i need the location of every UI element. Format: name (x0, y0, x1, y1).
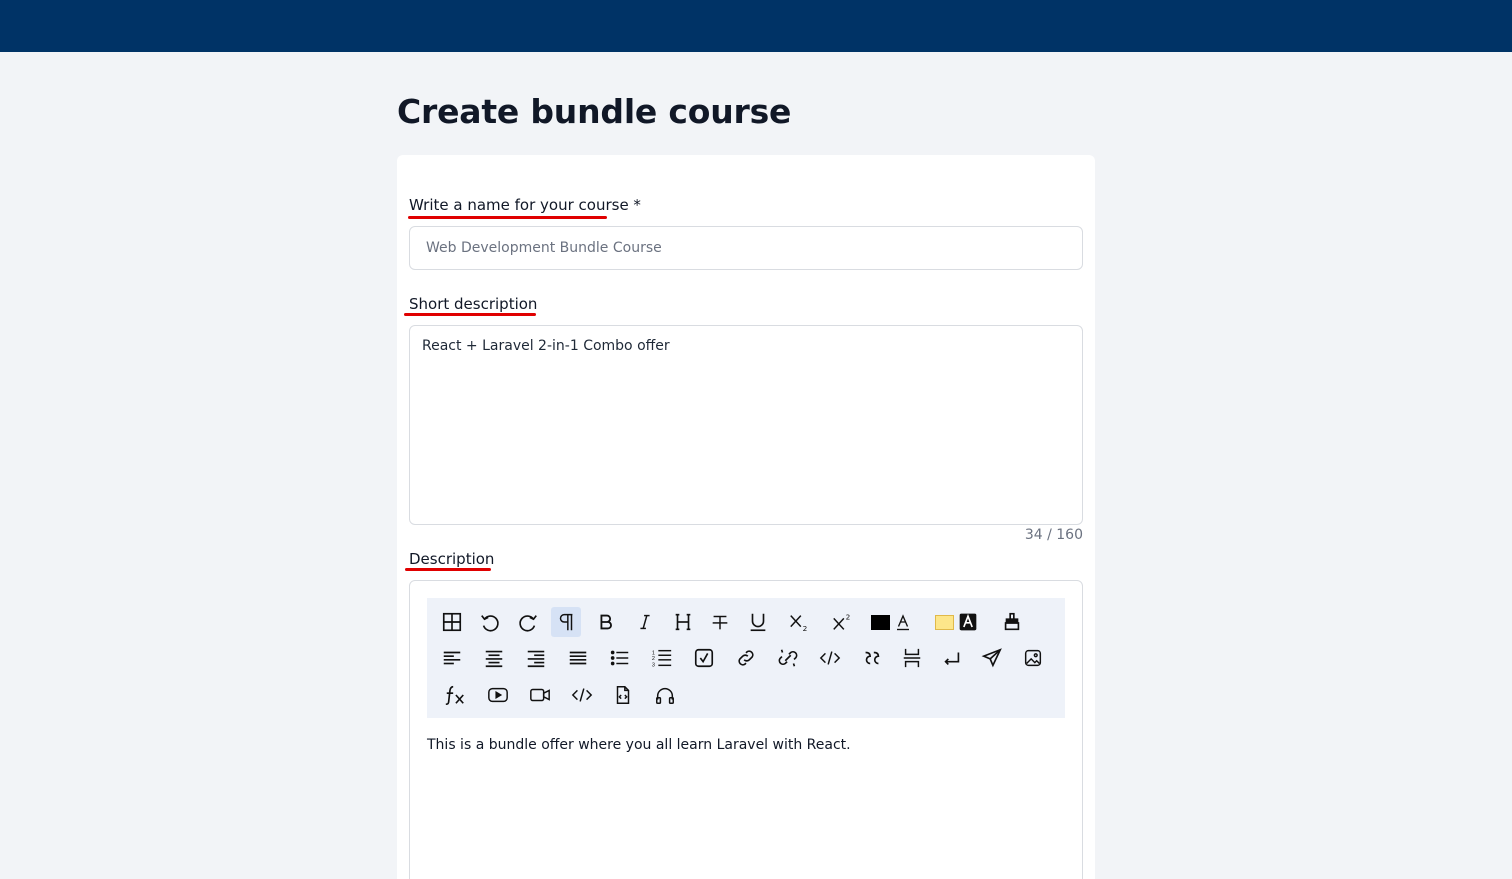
youtube-icon[interactable] (483, 680, 513, 710)
underline-icon[interactable] (743, 607, 773, 637)
table-icon[interactable] (437, 607, 467, 637)
link-icon[interactable] (731, 643, 761, 673)
unlink-icon[interactable] (773, 643, 803, 673)
align-center-icon[interactable] (479, 643, 509, 673)
superscript-icon[interactable]: 2 (827, 607, 857, 637)
audio-icon[interactable] (650, 680, 680, 710)
short-description-label-underline (404, 313, 536, 316)
form-card: Write a name for your course * Short des… (397, 155, 1095, 879)
font-color-swatch (871, 614, 890, 630)
page-title: Create bundle course (397, 92, 792, 131)
code-icon[interactable] (815, 643, 845, 673)
strikethrough-icon[interactable] (705, 607, 735, 637)
align-right-icon[interactable] (521, 643, 551, 673)
svg-text:2: 2 (652, 656, 655, 662)
align-justify-icon[interactable] (563, 643, 593, 673)
course-name-label-underline (408, 216, 607, 219)
highlight-color-icon[interactable] (935, 607, 985, 637)
clear-format-icon[interactable] (997, 607, 1027, 637)
course-name-label: Write a name for your course * (409, 196, 641, 214)
subscript-icon[interactable]: 2 (784, 607, 814, 637)
hard-break-icon[interactable] (937, 643, 967, 673)
blockquote-icon[interactable] (857, 643, 887, 673)
heading-icon[interactable] (668, 607, 698, 637)
top-navbar (0, 0, 1512, 52)
rich-text-editor: 2 2 1 2 3 This is a bundle offer where y… (409, 580, 1083, 879)
svg-text:2: 2 (803, 624, 808, 633)
paragraph-icon[interactable] (551, 607, 581, 637)
highlight-color-swatch (935, 614, 954, 630)
bullet-list-icon[interactable] (605, 643, 635, 673)
file-code-icon[interactable] (608, 680, 638, 710)
short-description-textarea[interactable]: React + Laravel 2-in-1 Combo offer (409, 325, 1083, 525)
image-icon[interactable] (1018, 643, 1048, 673)
short-description-label: Short description (409, 295, 538, 313)
send-icon[interactable] (977, 643, 1007, 673)
redo-icon[interactable] (513, 607, 543, 637)
formula-icon[interactable] (440, 680, 470, 710)
svg-text:3: 3 (652, 662, 655, 668)
description-label: Description (409, 550, 495, 568)
undo-icon[interactable] (475, 607, 505, 637)
align-left-icon[interactable] (437, 643, 467, 673)
checklist-icon[interactable] (689, 643, 719, 673)
page-break-icon[interactable] (897, 643, 927, 673)
course-name-input[interactable] (409, 226, 1083, 270)
italic-icon[interactable] (630, 607, 660, 637)
embed-code-icon[interactable] (567, 680, 597, 710)
bold-icon[interactable] (591, 607, 621, 637)
editor-content[interactable]: This is a bundle offer where you all lea… (427, 737, 851, 753)
description-label-underline (405, 568, 491, 571)
character-counter: 34 / 160 (1024, 527, 1083, 543)
font-color-icon[interactable] (871, 607, 917, 637)
svg-text:2: 2 (846, 612, 851, 621)
video-icon[interactable] (525, 680, 555, 710)
editor-toolbar: 2 2 1 2 3 (427, 598, 1065, 718)
numbered-list-icon[interactable]: 123 (647, 643, 677, 673)
